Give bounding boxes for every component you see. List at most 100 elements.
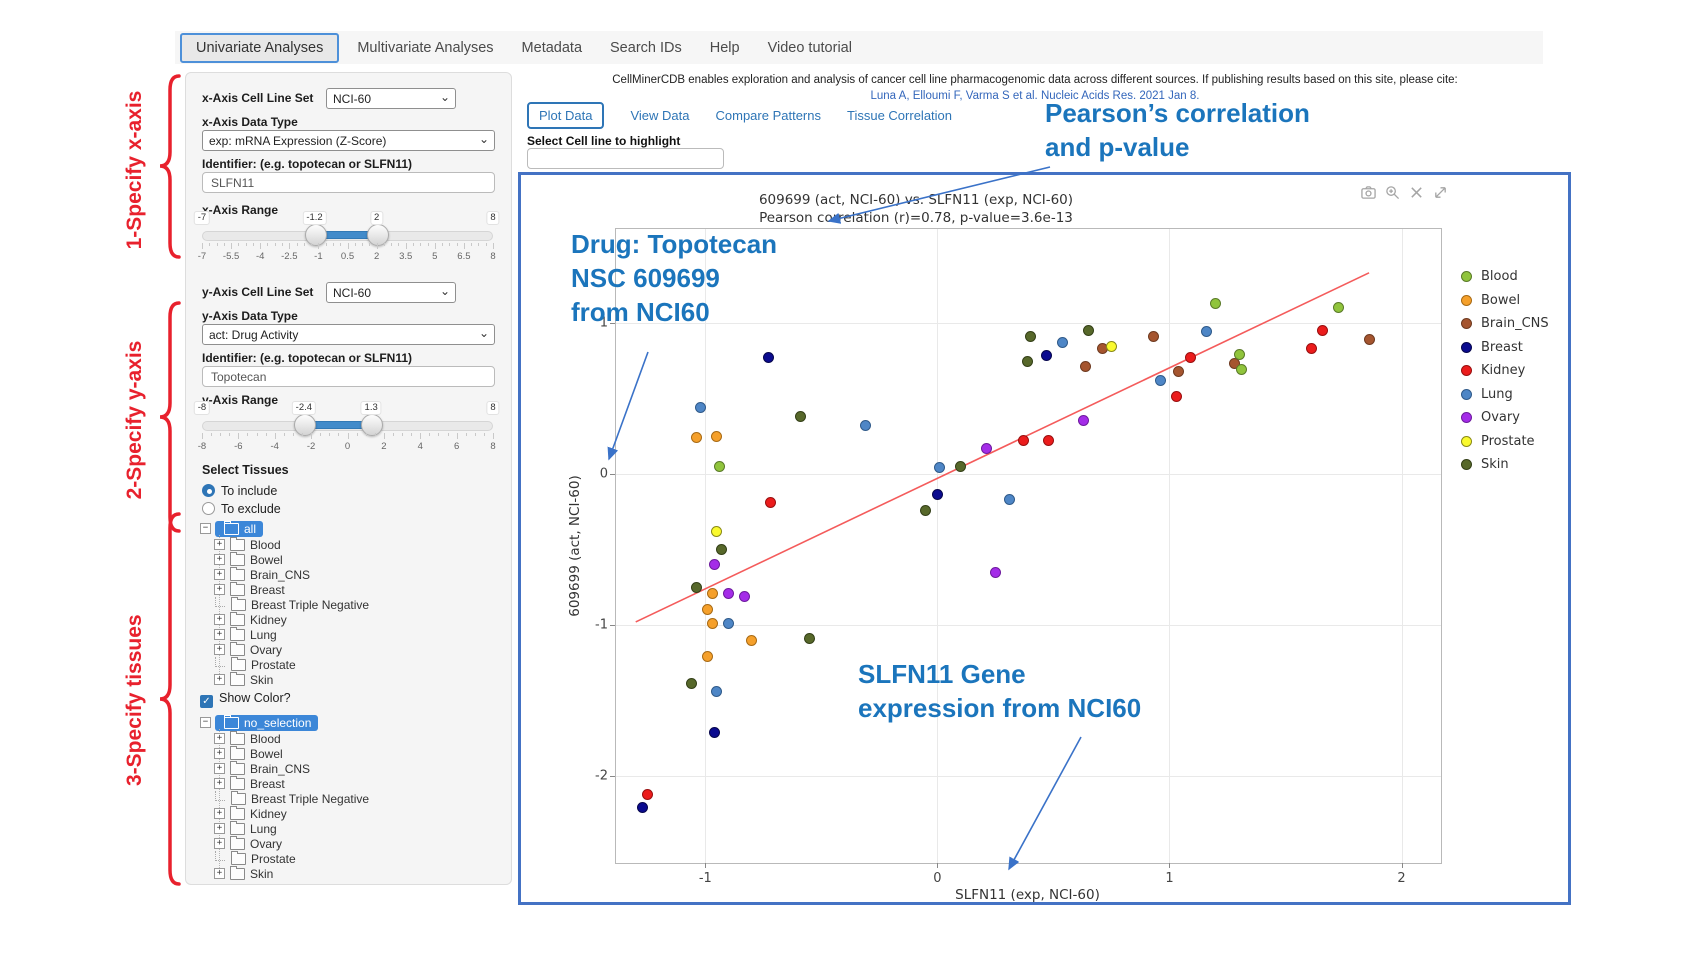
- nav-item-help[interactable]: Help: [696, 40, 754, 56]
- tree-root-all[interactable]: −all: [200, 521, 263, 536]
- expand-icon[interactable]: +: [214, 629, 225, 640]
- tree-item-breast-triple-negative[interactable]: Breast Triple Negative: [214, 597, 369, 612]
- tree-item-brain-cns[interactable]: +Brain_CNS: [214, 761, 310, 776]
- data-point-bowel[interactable]: [746, 635, 757, 646]
- nav-item-video-tutorial[interactable]: Video tutorial: [754, 40, 866, 56]
- close-icon[interactable]: [1409, 185, 1424, 200]
- expand-icon[interactable]: +: [214, 569, 225, 580]
- tree-item-bowel[interactable]: +Bowel: [214, 552, 283, 567]
- data-point-skin[interactable]: [1083, 325, 1094, 336]
- data-point-lung[interactable]: [1004, 494, 1015, 505]
- x-data-type-select[interactable]: exp: mRNA Expression (Z-Score)⌄: [202, 130, 495, 151]
- expand-icon[interactable]: +: [214, 733, 225, 744]
- data-point-lung[interactable]: [1155, 375, 1166, 386]
- data-point-kidney[interactable]: [1317, 325, 1328, 336]
- y-cell-line-set-select[interactable]: NCI-60⌄: [326, 282, 456, 303]
- zoom-in-icon[interactable]: [1385, 185, 1400, 200]
- tree-item-lung[interactable]: +Lung: [214, 627, 277, 642]
- nav-item-metadata[interactable]: Metadata: [508, 40, 596, 56]
- y-identifier-input[interactable]: Topotecan: [202, 366, 495, 387]
- tree-item-kidney[interactable]: +Kidney: [214, 612, 287, 627]
- expand-icon[interactable]: +: [214, 763, 225, 774]
- show-color-checkbox[interactable]: ✓Show Color?: [200, 689, 291, 708]
- data-point-breast[interactable]: [709, 727, 720, 738]
- data-point-brain_cns[interactable]: [1364, 334, 1375, 345]
- expand-icon[interactable]: +: [214, 614, 225, 625]
- data-point-kidney[interactable]: [1306, 343, 1317, 354]
- y-data-type-select[interactable]: act: Drug Activity⌄: [202, 324, 495, 345]
- camera-icon[interactable]: [1361, 185, 1376, 200]
- data-point-blood[interactable]: [1236, 364, 1247, 375]
- data-point-kidney[interactable]: [642, 789, 653, 800]
- expand-icon[interactable]: +: [214, 644, 225, 655]
- data-point-skin[interactable]: [955, 461, 966, 472]
- tree-item-blood[interactable]: +Blood: [214, 731, 281, 746]
- data-point-brain_cns[interactable]: [1148, 331, 1159, 342]
- nav-item-univariate-analyses[interactable]: Univariate Analyses: [180, 33, 339, 63]
- data-point-lung[interactable]: [723, 618, 734, 629]
- tab-compare-patterns[interactable]: Compare Patterns: [716, 108, 822, 123]
- data-point-kidney[interactable]: [1185, 352, 1196, 363]
- data-point-kidney[interactable]: [1018, 435, 1029, 446]
- data-point-breast[interactable]: [763, 352, 774, 363]
- data-point-skin[interactable]: [1025, 331, 1036, 342]
- expand-icon[interactable]: +: [214, 778, 225, 789]
- expand-icon[interactable]: +: [214, 868, 225, 879]
- tree-item-breast[interactable]: +Breast: [214, 776, 285, 791]
- tab-plot-data[interactable]: Plot Data: [527, 102, 604, 129]
- expand-icon[interactable]: +: [214, 748, 225, 759]
- legend-item-skin[interactable]: Skin: [1461, 453, 1549, 477]
- radio-to-include[interactable]: To include: [202, 482, 277, 500]
- expand-icon[interactable]: +: [214, 539, 225, 550]
- legend-item-ovary[interactable]: Ovary: [1461, 406, 1549, 430]
- collapse-icon[interactable]: −: [200, 717, 211, 728]
- legend-item-lung[interactable]: Lung: [1461, 383, 1549, 407]
- data-point-ovary[interactable]: [990, 567, 1001, 578]
- legend-item-kidney[interactable]: Kidney: [1461, 359, 1549, 383]
- tree-item-ovary[interactable]: +Ovary: [214, 642, 282, 657]
- expand-icon[interactable]: +: [214, 823, 225, 834]
- data-point-ovary[interactable]: [739, 591, 750, 602]
- data-point-bowel[interactable]: [707, 618, 718, 629]
- tree-item-ovary[interactable]: +Ovary: [214, 836, 282, 851]
- data-point-bowel[interactable]: [691, 432, 702, 443]
- pan-icon[interactable]: [1433, 185, 1448, 200]
- x-cell-line-set-select[interactable]: NCI-60⌄: [326, 88, 456, 109]
- tree-item-skin[interactable]: +Skin: [214, 866, 273, 881]
- legend-item-breast[interactable]: Breast: [1461, 336, 1549, 360]
- legend-item-bowel[interactable]: Bowel: [1461, 289, 1549, 313]
- data-point-blood[interactable]: [1210, 298, 1221, 309]
- tree-root-no_selection[interactable]: −no_selection: [200, 715, 318, 730]
- data-point-brain_cns[interactable]: [1173, 366, 1184, 377]
- collapse-icon[interactable]: −: [200, 523, 211, 534]
- radio-to-exclude[interactable]: To exclude: [202, 500, 281, 518]
- tree-item-kidney[interactable]: +Kidney: [214, 806, 287, 821]
- data-point-ovary[interactable]: [723, 588, 734, 599]
- nav-item-multivariate-analyses[interactable]: Multivariate Analyses: [343, 40, 507, 56]
- tree-item-lung[interactable]: +Lung: [214, 821, 277, 836]
- data-point-bowel[interactable]: [707, 588, 718, 599]
- tab-view-data[interactable]: View Data: [630, 108, 689, 123]
- data-point-blood[interactable]: [714, 461, 725, 472]
- highlight-cell-line-input[interactable]: [527, 148, 724, 169]
- data-point-skin[interactable]: [920, 505, 931, 516]
- tree-item-prostate[interactable]: Prostate: [214, 657, 296, 672]
- tree-item-bowel[interactable]: +Bowel: [214, 746, 283, 761]
- tree-item-brain-cns[interactable]: +Brain_CNS: [214, 567, 310, 582]
- data-point-blood[interactable]: [1234, 349, 1245, 360]
- tree-item-blood[interactable]: +Blood: [214, 537, 281, 552]
- data-point-kidney[interactable]: [765, 497, 776, 508]
- data-point-bowel[interactable]: [711, 431, 722, 442]
- tree-item-prostate[interactable]: Prostate: [214, 851, 296, 866]
- expand-icon[interactable]: +: [214, 554, 225, 565]
- legend-item-brain_cns[interactable]: Brain_CNS: [1461, 312, 1549, 336]
- x-identifier-input[interactable]: SLFN11: [202, 172, 495, 193]
- expand-icon[interactable]: +: [214, 808, 225, 819]
- data-point-lung[interactable]: [695, 402, 706, 413]
- data-point-skin[interactable]: [716, 544, 727, 555]
- nav-item-search-ids[interactable]: Search IDs: [596, 40, 696, 56]
- data-point-lung[interactable]: [1057, 337, 1068, 348]
- data-point-skin[interactable]: [691, 582, 702, 593]
- y-range-slider[interactable]: -8-2.41.38-8-6-4-202468: [202, 409, 493, 453]
- expand-icon[interactable]: +: [214, 584, 225, 595]
